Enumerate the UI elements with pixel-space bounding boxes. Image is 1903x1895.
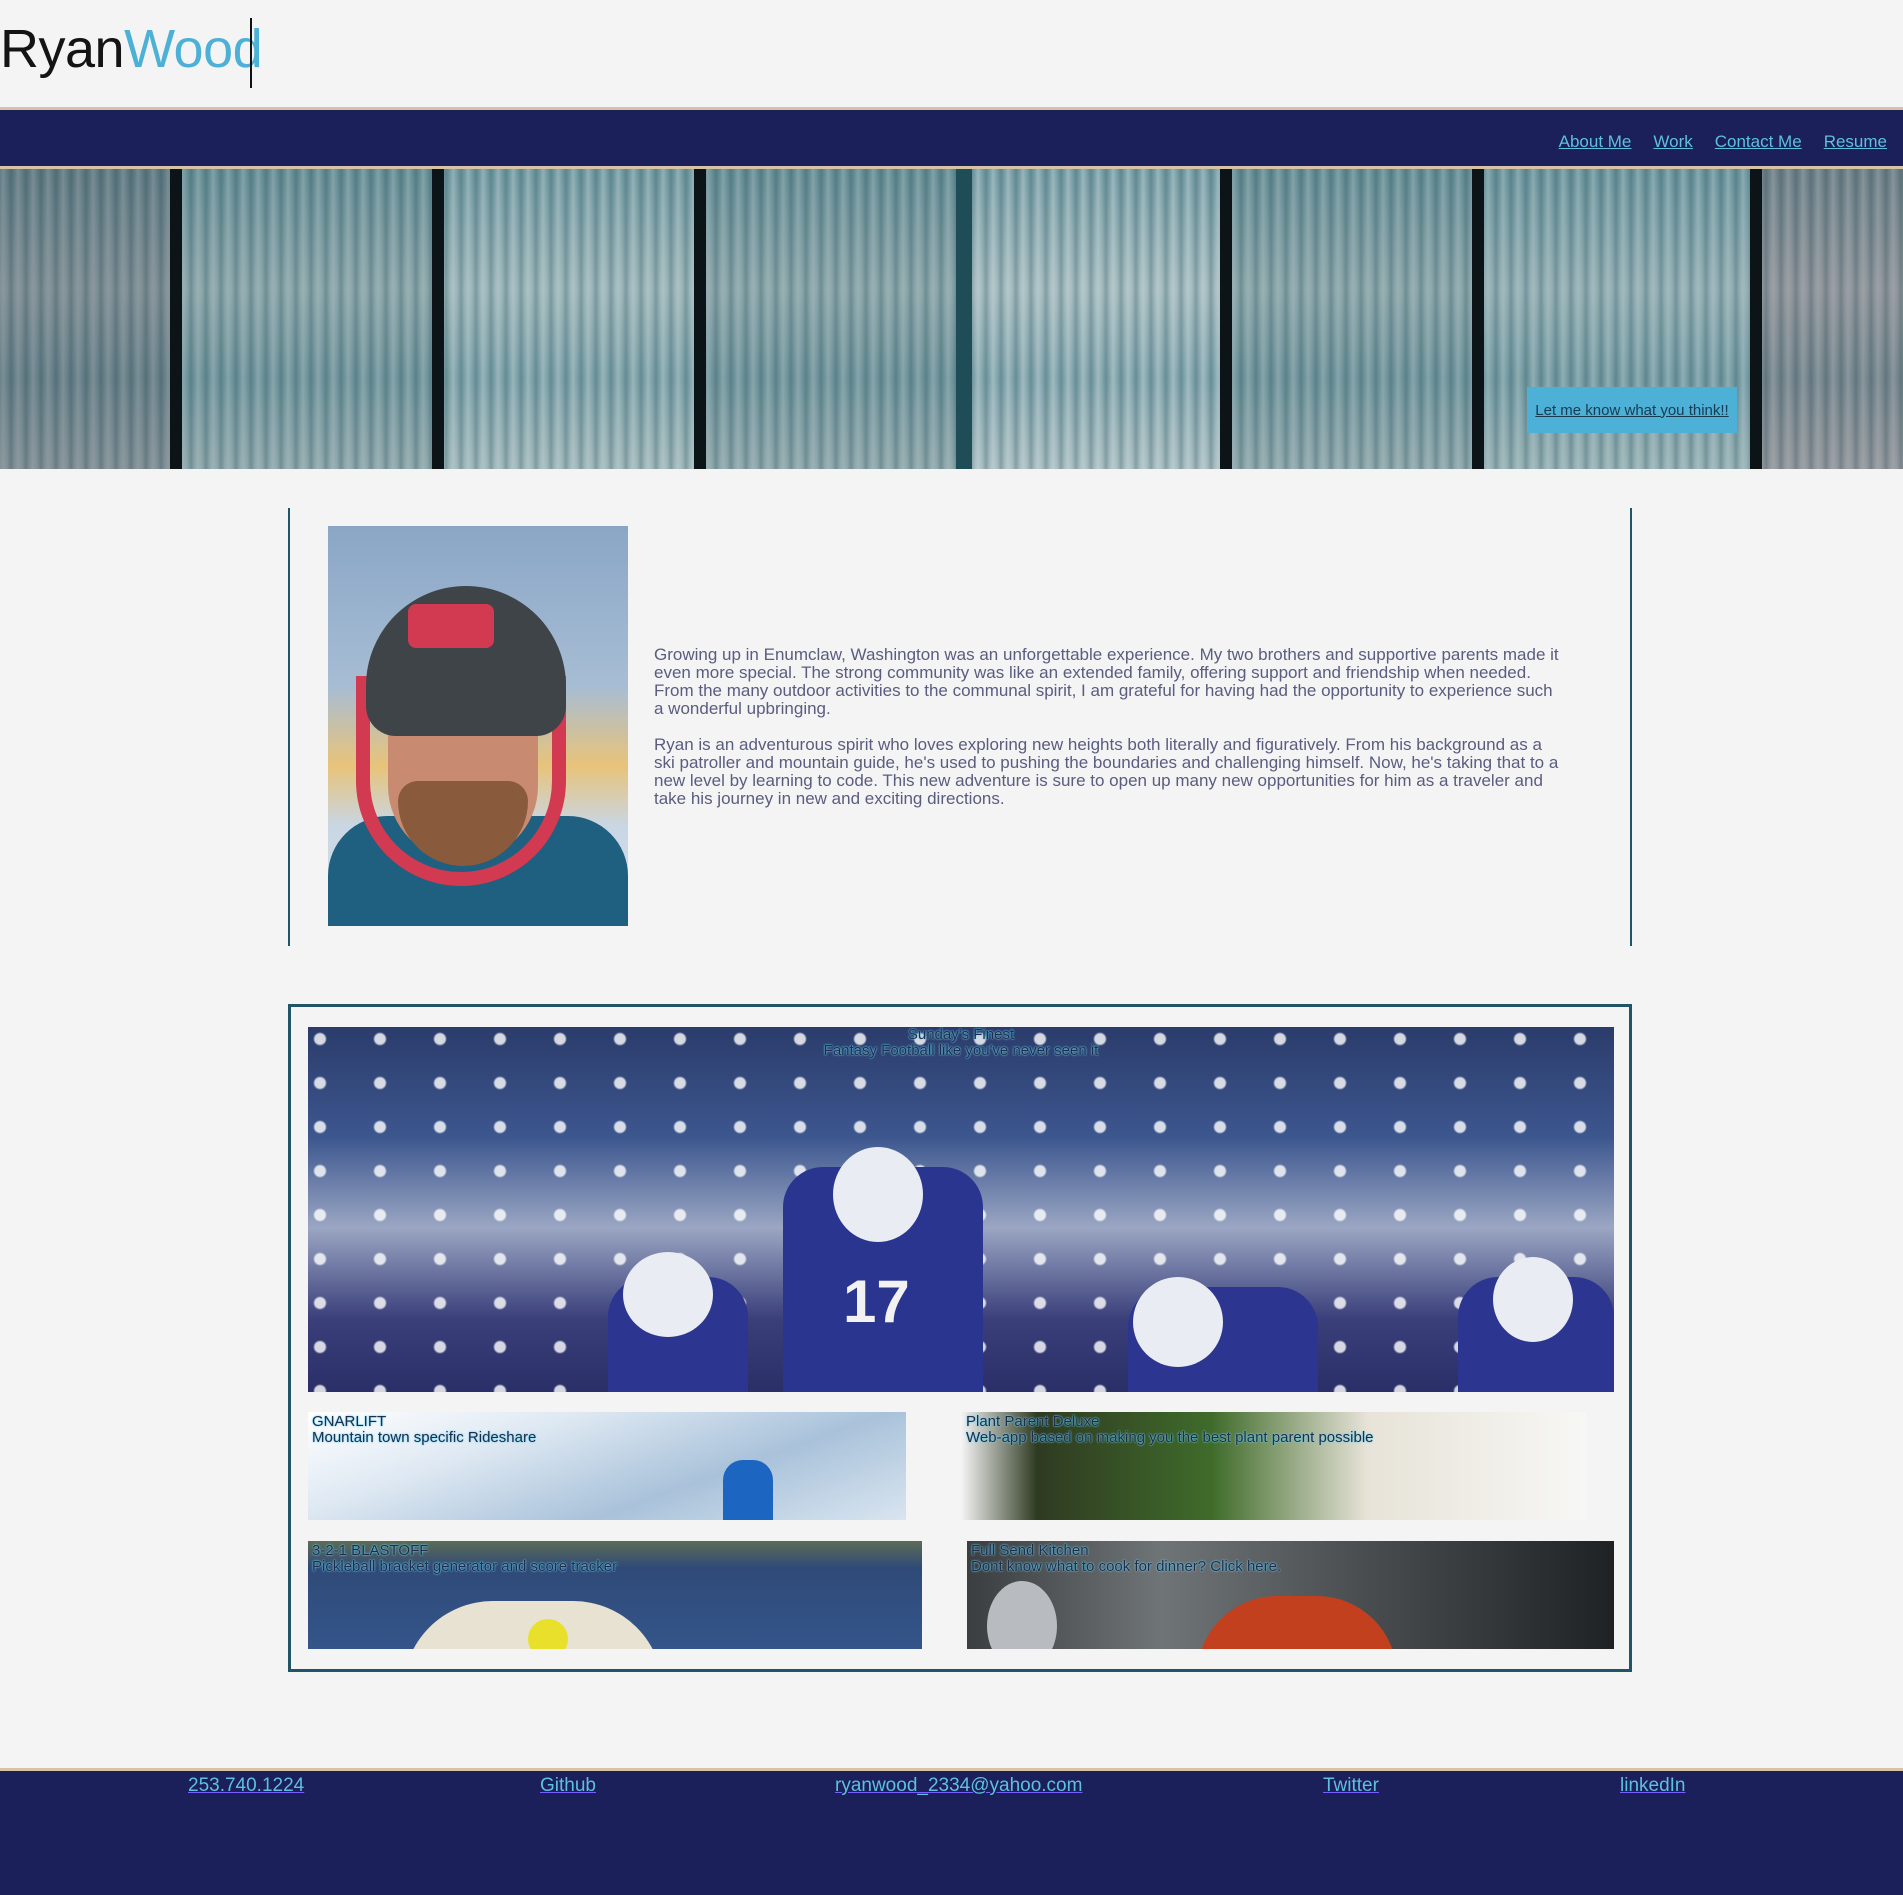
project-label: GNARLIFT Mountain town specific Rideshar… xyxy=(312,1414,536,1446)
feedback-cta-button[interactable]: Let me know what you think!! xyxy=(1527,387,1737,433)
wood-plank xyxy=(1762,169,1903,469)
about-paragraph: Growing up in Enumclaw, Washington was a… xyxy=(654,645,1559,718)
wood-plank xyxy=(444,169,694,469)
main-nav: About Me Work Contact Me Resume xyxy=(0,107,1903,169)
site-logo[interactable]: RyanWood xyxy=(0,14,263,84)
footer-link-email[interactable]: ryanwood_2334@yahoo.com xyxy=(835,1775,1082,1797)
project-subtitle: Pickleball bracket generator and score t… xyxy=(312,1558,618,1575)
jersey-number: 17 xyxy=(843,1268,910,1335)
plank-gap xyxy=(1750,169,1762,469)
wood-plank xyxy=(972,169,1220,469)
project-card-sundays-finest[interactable]: 17 Sunday's Finest Fantasy Football like… xyxy=(308,1027,1614,1392)
work-section: 17 Sunday's Finest Fantasy Football like… xyxy=(288,1004,1632,1672)
project-label: 3-2-1 BLASTOFF Pickleball bracket genera… xyxy=(312,1543,617,1575)
hero-banner: Let me know what you think!! xyxy=(0,169,1903,469)
footer-link-linkedin[interactable]: linkedIn xyxy=(1620,1775,1686,1797)
project-card-plant-parent-deluxe[interactable]: Plant Parent Deluxe Web-app based on mak… xyxy=(962,1412,1586,1520)
about-paragraph: Ryan is an adventurous spirit who loves … xyxy=(654,735,1559,808)
project-subtitle: Fantasy Football like you've never seen … xyxy=(823,1042,1099,1059)
pan-graphic xyxy=(1197,1596,1397,1649)
plank-gap xyxy=(1472,169,1484,469)
plank-gap xyxy=(432,169,444,469)
plank-gap xyxy=(170,169,182,469)
footer-link-phone[interactable]: 253.740.1224 xyxy=(188,1775,304,1797)
project-title: Sunday's Finest xyxy=(907,1027,1015,1043)
site-footer: 253.740.1224 Github ryanwood_2334@yahoo.… xyxy=(0,1768,1903,1895)
wood-plank xyxy=(182,169,432,469)
project-subtitle: Web-app based on making you the best pla… xyxy=(966,1429,1374,1446)
footer-link-twitter[interactable]: Twitter xyxy=(1323,1775,1379,1797)
nav-links: About Me Work Contact Me Resume xyxy=(1559,132,1887,152)
project-label: Plant Parent Deluxe Web-app based on mak… xyxy=(966,1414,1374,1446)
project-title: Plant Parent Deluxe xyxy=(966,1413,1100,1430)
project-card-blastoff[interactable]: 3-2-1 BLASTOFF Pickleball bracket genera… xyxy=(308,1541,922,1649)
footer-link-github[interactable]: Github xyxy=(540,1775,596,1797)
plank-gap xyxy=(694,169,706,469)
project-title: 3-2-1 BLASTOFF xyxy=(312,1542,429,1559)
profile-photo xyxy=(328,526,628,926)
skier-figure xyxy=(723,1460,773,1520)
plank-gap xyxy=(956,169,972,469)
about-section: Growing up in Enumclaw, Washington was a… xyxy=(288,508,1632,946)
project-card-gnarlift[interactable]: GNARLIFT Mountain town specific Rideshar… xyxy=(308,1412,906,1520)
logo-text-cursor xyxy=(250,18,252,88)
plank-gap xyxy=(1220,169,1232,469)
nav-link-work[interactable]: Work xyxy=(1653,132,1692,152)
site-header: RyanWood xyxy=(0,0,1903,108)
logo-first-name: Ryan xyxy=(0,19,125,79)
nav-link-resume[interactable]: Resume xyxy=(1824,132,1887,152)
project-label: Sunday's Finest Fantasy Football like yo… xyxy=(308,1027,1614,1059)
wood-plank xyxy=(706,169,956,469)
project-subtitle: Mountain town specific Rideshare xyxy=(312,1429,537,1446)
project-label: Full Send Kitchen Dont know what to cook… xyxy=(971,1543,1281,1575)
project-card-full-send-kitchen[interactable]: Full Send Kitchen Dont know what to cook… xyxy=(967,1541,1614,1649)
wood-plank xyxy=(1232,169,1472,469)
project-title: GNARLIFT xyxy=(312,1413,387,1430)
nav-link-contact-me[interactable]: Contact Me xyxy=(1715,132,1802,152)
about-text: Growing up in Enumclaw, Washington was a… xyxy=(654,646,1564,826)
logo-last-name: Wood xyxy=(124,19,263,79)
project-title: Full Send Kitchen xyxy=(971,1542,1089,1559)
wood-plank xyxy=(0,169,170,469)
nav-link-about-me[interactable]: About Me xyxy=(1559,132,1632,152)
spoon-graphic xyxy=(987,1581,1057,1649)
project-subtitle: Dont know what to cook for dinner? Click… xyxy=(971,1558,1282,1575)
